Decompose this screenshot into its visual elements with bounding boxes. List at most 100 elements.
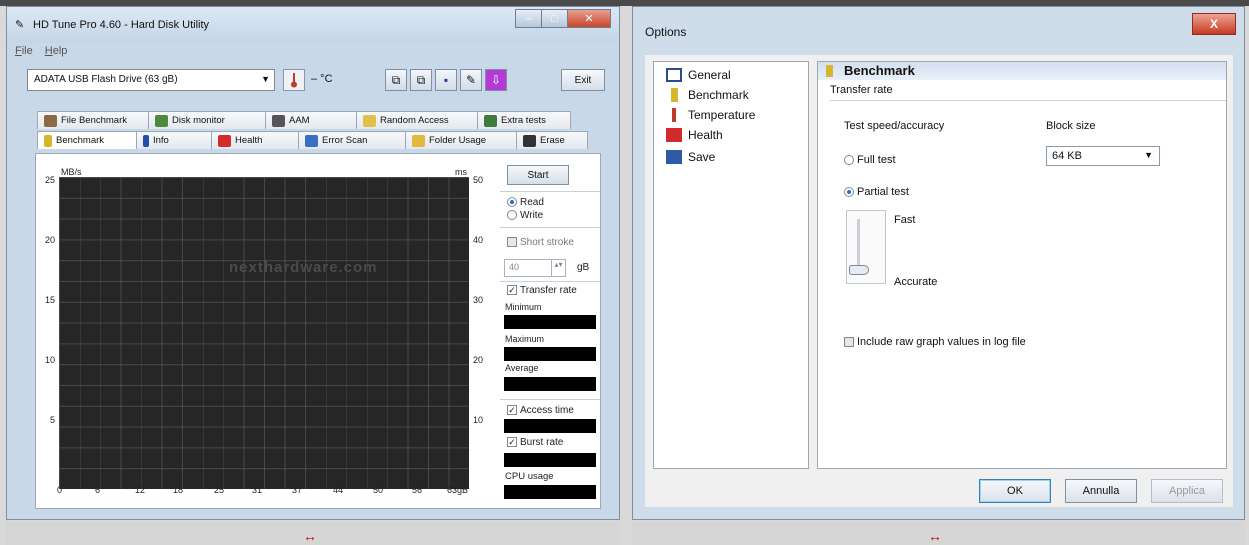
- tabs-row-2: Benchmark Info Health Error Scan Folder …: [37, 131, 588, 149]
- radio-unchecked: [507, 210, 517, 221]
- divider: [500, 399, 600, 400]
- stroke-size-stepper[interactable]: 40 ▴▾: [504, 259, 566, 277]
- benchmark-icon: [826, 65, 833, 77]
- x-tick: 56: [412, 485, 423, 495]
- full-test-radio[interactable]: Full test: [844, 154, 896, 166]
- options-tree: General Benchmark Temperature Health Sav…: [653, 61, 809, 469]
- access-time-checkbox[interactable]: ✓ Access time: [507, 405, 607, 416]
- checkbox-checked: ✓: [507, 285, 517, 296]
- x-tick: 0: [57, 485, 63, 495]
- tab-aam[interactable]: AAM: [265, 111, 357, 129]
- x-tick: 63gB: [447, 485, 469, 495]
- resize-arrow-icon: ↔: [303, 528, 317, 544]
- tab-random-access[interactable]: Random Access: [356, 111, 478, 129]
- toolbar: ADATA USB Flash Drive (63 gB) ▼ – °C ⧉ ⧉…: [15, 63, 611, 97]
- drive-select[interactable]: ADATA USB Flash Drive (63 gB) ▼: [27, 69, 275, 91]
- copy-info-icon[interactable]: ⧉: [385, 69, 407, 91]
- y-right-tick: 50: [473, 175, 484, 185]
- partial-test-radio[interactable]: Partial test: [844, 186, 909, 198]
- tab-disk-monitor[interactable]: Disk monitor: [148, 111, 266, 129]
- menu-file[interactable]: File: [15, 45, 33, 57]
- accurate-label: Accurate: [894, 276, 938, 288]
- menu-bar: File Help: [15, 45, 67, 57]
- save-icon[interactable]: ▪: [435, 69, 457, 91]
- chevron-down-icon: ▼: [261, 74, 270, 84]
- checkbox-unchecked: [507, 237, 517, 248]
- cancel-button[interactable]: Annulla: [1065, 479, 1137, 503]
- tab-erase[interactable]: Erase: [516, 131, 588, 149]
- tree-item-general[interactable]: General: [666, 68, 731, 82]
- block-size-label: Block size: [1046, 120, 1096, 132]
- y-right-tick: 10: [473, 415, 484, 425]
- apply-button[interactable]: Applica: [1151, 479, 1223, 503]
- benchmark-options-pane: Benchmark Transfer rate Test speed/accur…: [817, 61, 1227, 469]
- speed-accuracy-label: Test speed/accuracy: [844, 120, 945, 132]
- thermometer-icon: [672, 108, 676, 122]
- divider: [500, 191, 600, 192]
- tab-benchmark[interactable]: Benchmark: [37, 131, 137, 149]
- tree-item-save[interactable]: Save: [666, 150, 715, 164]
- tab-health[interactable]: Health: [211, 131, 299, 149]
- temperature-value: – °C: [311, 73, 333, 85]
- spin-arrows-icon: ▴▾: [551, 260, 565, 276]
- right-axis-unit: ms: [455, 167, 467, 177]
- x-tick: 31: [252, 485, 263, 495]
- hdtune-titlebar: ✎ HD Tune Pro 4.60 - Hard Disk Utility –…: [7, 7, 619, 43]
- short-stroke-checkbox[interactable]: Short stroke: [507, 237, 607, 248]
- tab-folder-usage[interactable]: Folder Usage: [405, 131, 517, 149]
- x-tick: 37: [292, 485, 303, 495]
- tree-item-benchmark[interactable]: Benchmark: [666, 88, 749, 102]
- folder-icon: [412, 134, 425, 147]
- ok-button[interactable]: OK: [979, 479, 1051, 503]
- y-right-tick: 20: [473, 355, 484, 365]
- cpu-usage-value: [504, 485, 596, 499]
- health-cross-icon: [218, 134, 231, 147]
- magnifier-icon: [305, 134, 318, 147]
- read-radio[interactable]: Read: [507, 197, 607, 208]
- tab-info[interactable]: Info: [136, 131, 212, 149]
- left-axis-unit: MB/s: [61, 167, 82, 177]
- tree-item-temperature[interactable]: Temperature: [666, 108, 755, 122]
- y-left-tick: 5: [50, 415, 56, 425]
- maximize-button[interactable]: □: [541, 9, 568, 28]
- close-button[interactable]: ✕: [567, 9, 611, 28]
- disk-monitor-icon: [155, 114, 168, 127]
- download-icon[interactable]: ⇩: [485, 69, 507, 91]
- dialog-close-button[interactable]: X: [1192, 13, 1236, 35]
- file-benchmark-icon: [44, 114, 57, 127]
- drive-select-value: ADATA USB Flash Drive (63 gB): [34, 74, 178, 85]
- dialog-body: General Benchmark Temperature Health Sav…: [645, 55, 1233, 507]
- options-icon[interactable]: ✎: [460, 69, 482, 91]
- burst-rate-checkbox[interactable]: ✓ Burst rate: [507, 437, 607, 448]
- x-tick: 50: [373, 485, 384, 495]
- transfer-rate-checkbox[interactable]: ✓ Transfer rate: [507, 285, 607, 296]
- hdtune-window: ✎ HD Tune Pro 4.60 - Hard Disk Utility –…: [6, 6, 620, 520]
- slider-thumb[interactable]: [849, 265, 869, 275]
- exit-button[interactable]: Exit: [561, 69, 605, 91]
- tree-item-health[interactable]: Health: [666, 128, 723, 142]
- start-button[interactable]: Start: [507, 165, 569, 185]
- checkbox-unchecked: [844, 337, 854, 348]
- tab-extra-tests[interactable]: Extra tests: [477, 111, 571, 129]
- watermark: nexthardware.com: [229, 259, 378, 276]
- tab-file-benchmark[interactable]: File Benchmark: [37, 111, 149, 129]
- window-icon: [666, 68, 682, 82]
- window-title: HD Tune Pro 4.60 - Hard Disk Utility: [33, 19, 210, 31]
- divider: [500, 227, 600, 228]
- copy-screenshot-icon[interactable]: ⧉: [410, 69, 432, 91]
- thermometer-icon: [283, 69, 305, 91]
- block-size-value: 64 KB: [1052, 150, 1082, 162]
- menu-help[interactable]: Help: [45, 45, 68, 57]
- write-radio[interactable]: Write: [507, 210, 607, 221]
- speaker-icon: [272, 114, 285, 127]
- y-left-tick: 25: [45, 175, 56, 185]
- block-size-select[interactable]: 64 KB ▼: [1046, 146, 1160, 166]
- benchmark-icon: [671, 88, 678, 102]
- minimize-button[interactable]: –: [515, 9, 542, 28]
- random-access-icon: [363, 114, 376, 127]
- tab-error-scan[interactable]: Error Scan: [298, 131, 406, 149]
- divider: [500, 281, 600, 282]
- speed-accuracy-slider[interactable]: [846, 210, 886, 284]
- benchmark-icon: [44, 134, 52, 147]
- raw-values-checkbox[interactable]: Include raw graph values in log file: [844, 336, 1026, 348]
